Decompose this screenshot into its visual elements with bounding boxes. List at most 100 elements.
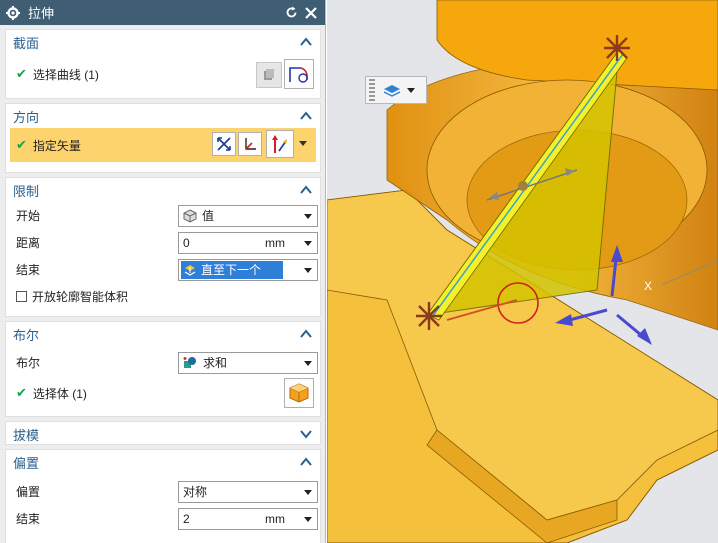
distance-input[interactable]: 0 mm [178, 231, 318, 254]
inferred-vector-button[interactable] [238, 132, 262, 156]
check-icon: ✔ [16, 66, 27, 81]
start-value: 值 [202, 209, 215, 223]
chevron-down-icon [304, 516, 312, 522]
offset-header[interactable]: 偏置 [6, 450, 320, 474]
view-layer-icon[interactable] [383, 82, 401, 98]
boolean-header[interactable]: 布尔 [6, 322, 320, 346]
boolean-row: 布尔 求和 [6, 349, 320, 376]
chevron-up-icon [300, 111, 312, 120]
specify-vector-row[interactable]: ✔ 指定矢量 [10, 128, 316, 162]
end-selected: 直至下一个 [181, 260, 284, 279]
chevron-down-icon [304, 240, 312, 246]
boolean-group: 布尔 布尔 求和 ✔ 选择体 (1) [5, 321, 321, 417]
check-icon: ✔ [16, 385, 27, 400]
offset-end-unit: mm [265, 511, 285, 526]
vector-dropdown-button[interactable] [296, 130, 310, 158]
vector-axis-icon [245, 138, 256, 150]
dialog-title-bar: 拉伸 [0, 0, 325, 25]
chevron-up-icon [300, 329, 312, 338]
distance-label: 距离 [16, 236, 41, 250]
close-button[interactable] [303, 5, 319, 21]
curve-icon [289, 67, 308, 83]
offset-label: 偏置 [16, 485, 41, 499]
distance-row: 距离 0 mm [6, 229, 320, 256]
check-icon: ✔ [16, 137, 27, 152]
offset-group: 偏置 偏置 对称 结束 2 mm [5, 449, 321, 543]
offset-title: 偏置 [13, 455, 40, 471]
section-group: 截面 ✔ 选择曲线 (1) [5, 29, 321, 99]
chevron-down-icon [304, 489, 312, 495]
reset-icon [286, 6, 296, 18]
close-icon [305, 6, 317, 19]
select-curve-label: 选择曲线 (1) [32, 67, 99, 82]
reverse-direction-icon [217, 137, 231, 151]
x-axis-label: X [644, 279, 652, 293]
reverse-direction-button[interactable] [212, 132, 236, 156]
end-select[interactable]: 直至下一个 [178, 258, 318, 281]
value-cube-icon [183, 208, 197, 223]
grip-handle[interactable] [369, 79, 375, 101]
solid-body-icon [289, 383, 309, 403]
end-value: 直至下一个 [201, 263, 262, 277]
offset-row: 偏置 对称 [6, 478, 320, 505]
select-body-row[interactable]: ✔ 选择体 (1) [6, 376, 320, 410]
start-row: 开始 值 [6, 202, 320, 229]
sketch-icon [264, 69, 274, 80]
select-body-label: 选择体 (1) [32, 386, 87, 401]
chevron-down-icon [304, 360, 312, 366]
specify-vector-label: 指定矢量 [32, 138, 81, 153]
offset-end-label: 结束 [16, 512, 41, 526]
unite-icon [183, 357, 196, 368]
limits-title: 限制 [13, 183, 40, 199]
select-curve-row[interactable]: ✔ 选择曲线 (1) [6, 54, 320, 94]
boolean-label: 布尔 [16, 356, 41, 370]
start-label: 开始 [16, 209, 41, 223]
open-profile-label: 开放轮廓智能体积 [32, 290, 129, 304]
sketch-section-button[interactable] [256, 62, 282, 88]
chevron-up-icon [300, 457, 312, 466]
reset-button[interactable] [283, 5, 299, 21]
vector-dialog-button[interactable] [266, 130, 294, 158]
draft-title: 拔模 [13, 427, 40, 443]
direction-title: 方向 [13, 109, 40, 125]
open-profile-checkbox[interactable] [16, 291, 27, 302]
chevron-down-icon[interactable] [407, 87, 415, 93]
view-selector-toolbar[interactable] [365, 76, 427, 104]
extrude-dialog: 拉伸 截面 ✔ 选择曲线 (1) 方向 ✔ 指定矢量 限制 开始 值 距离 0 … [0, 0, 326, 543]
offset-end-value: 2 [183, 511, 190, 526]
offset-select[interactable]: 对称 [178, 480, 318, 503]
vector-dialog-icon [272, 135, 287, 153]
boolean-value: 求和 [203, 356, 228, 370]
open-profile-row[interactable]: 开放轮廓智能体积 [6, 283, 320, 310]
offset-value: 对称 [183, 485, 208, 499]
direction-header[interactable]: 方向 [6, 104, 320, 128]
chevron-up-icon [300, 185, 312, 194]
section-title: 截面 [13, 35, 40, 51]
limits-header[interactable]: 限制 [6, 178, 320, 202]
distance-value: 0 [183, 235, 190, 250]
chevron-down-icon [299, 141, 307, 146]
boolean-select[interactable]: 求和 [178, 351, 318, 374]
chevron-up-icon [300, 37, 312, 46]
offset-end-input[interactable]: 2 mm [178, 507, 318, 530]
select-body-button[interactable] [284, 378, 314, 408]
start-select[interactable]: 值 [178, 204, 318, 227]
draft-header[interactable]: 拔模 [6, 422, 320, 446]
until-next-icon [184, 264, 196, 276]
graphics-viewport[interactable]: X [327, 0, 718, 543]
chevron-down-icon [304, 213, 312, 219]
chevron-down-icon [300, 430, 312, 439]
direction-group: 方向 ✔ 指定矢量 [5, 103, 321, 173]
offset-end-row: 结束 2 mm [6, 505, 320, 532]
end-row: 结束 直至下一个 [6, 256, 320, 283]
boolean-title: 布尔 [13, 327, 40, 343]
limits-group: 限制 开始 值 距离 0 mm 结束 直至下一个 开放轮廓智能体积 [5, 177, 321, 317]
gear-icon [6, 5, 20, 20]
end-label: 结束 [16, 263, 41, 277]
distance-unit: mm [265, 235, 285, 250]
dialog-title: 拉伸 [28, 6, 55, 21]
section-header[interactable]: 截面 [6, 30, 320, 54]
draft-group: 拔模 [5, 421, 321, 445]
chevron-down-icon [304, 267, 312, 273]
curve-button[interactable] [284, 59, 314, 89]
